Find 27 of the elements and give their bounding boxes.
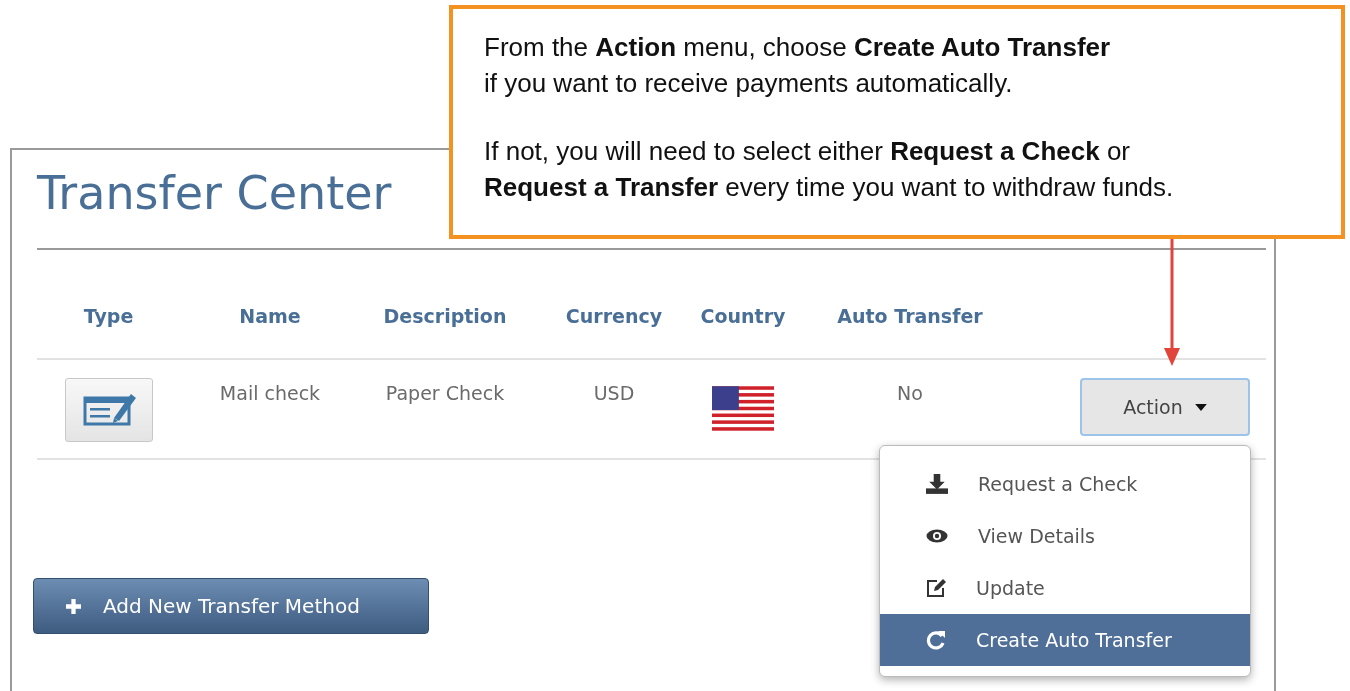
column-header: Type xyxy=(83,305,134,327)
column-header: Currency xyxy=(565,305,663,327)
caret-icon xyxy=(1194,403,1207,411)
table-cell: Paper Check xyxy=(385,382,505,404)
callout-text: From the Action menu, choose Create Auto Transfer if you want to receive payments automatically. xyxy=(484,31,1112,100)
table-cell: No xyxy=(897,382,923,404)
menu-item[interactable]: Create Auto Transfer xyxy=(880,614,1250,666)
edit-icon xyxy=(926,578,946,598)
column-header: Description xyxy=(383,305,507,327)
callout-text: If not, you will need to select either Request a Check or Request a Transfer every time you want to withdraw funds. xyxy=(484,135,1175,204)
column-header: Name xyxy=(239,305,301,327)
refresh-icon xyxy=(926,630,946,650)
us-flag-icon xyxy=(712,386,774,432)
action-dropdown-button[interactable]: Action xyxy=(1080,378,1250,436)
menu-item[interactable]: Update xyxy=(880,562,1250,614)
check-type-icon xyxy=(64,378,153,442)
download-icon xyxy=(926,474,948,494)
table-cell: USD xyxy=(593,382,635,404)
page-title: Transfer Center xyxy=(37,165,392,222)
plus-icon xyxy=(66,598,81,614)
column-header: Auto Transfer xyxy=(837,305,983,327)
column-header: Country xyxy=(700,305,786,327)
add-transfer-method-button[interactable]: Add New Transfer Method xyxy=(33,578,429,634)
eye-icon xyxy=(926,529,948,543)
menu-item[interactable]: Request a Check xyxy=(880,458,1250,510)
menu-item[interactable]: View Details xyxy=(880,510,1250,562)
table-cell: Mail check xyxy=(219,382,321,404)
